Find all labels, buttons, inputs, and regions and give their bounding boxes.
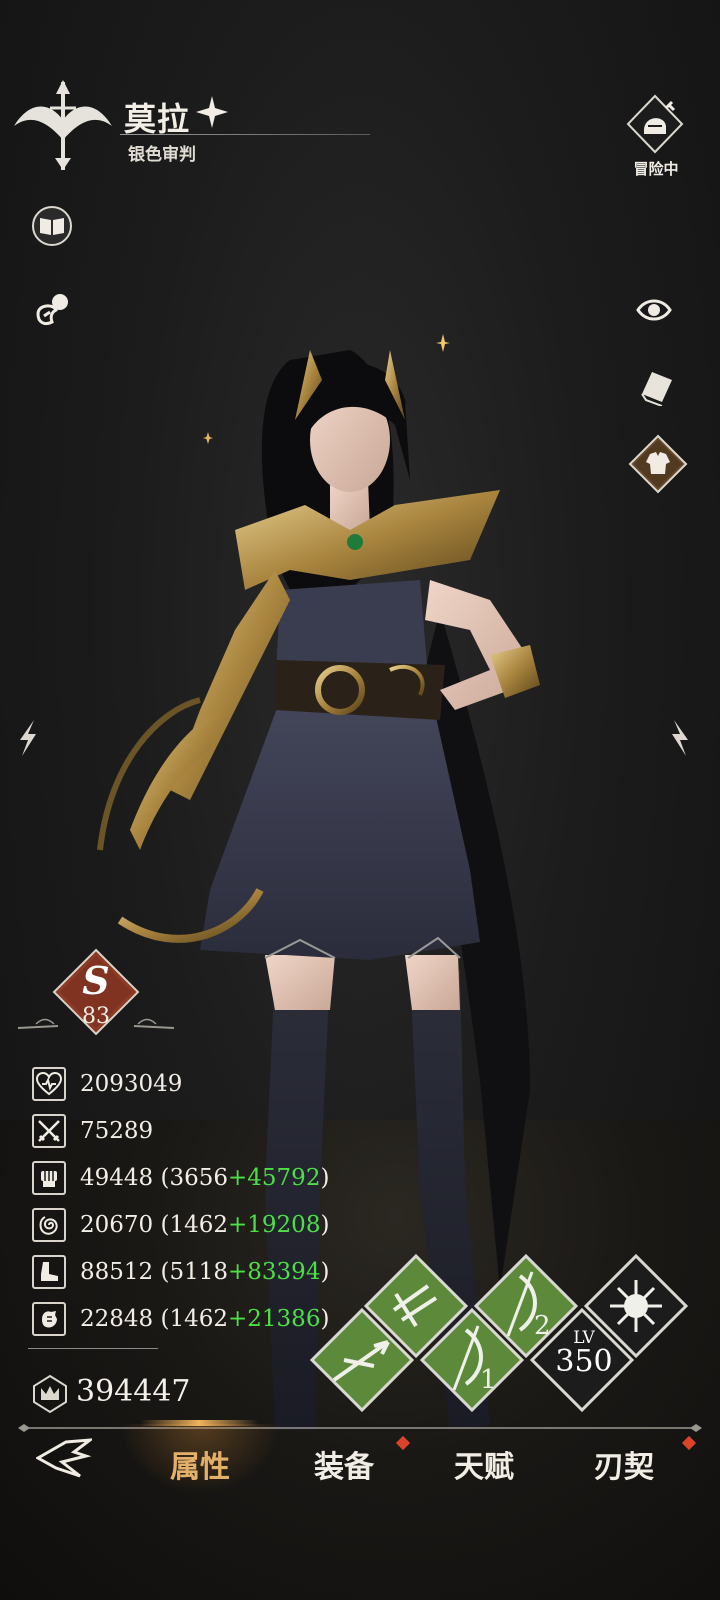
character-title: 银色审判 [128, 145, 196, 165]
rank-letter: S [82, 958, 110, 1003]
tab-talent[interactable]: 天赋 [424, 1442, 544, 1486]
boot-icon [32, 1255, 66, 1289]
stat-base: 3656 [169, 1165, 229, 1191]
stat-base: 5118 [169, 1259, 229, 1285]
stat-value: 49448 [80, 1165, 154, 1191]
stat-text: 20670 (1462+19208) [80, 1212, 330, 1238]
stat-value: 22848 [80, 1306, 154, 1332]
stat-base: 1462 [169, 1306, 229, 1332]
fist-icon [32, 1161, 66, 1195]
stat-row-agility[interactable]: 88512 (5118+83394) [32, 1252, 352, 1292]
stat-text: 75289 [80, 1118, 153, 1144]
stat-value: 75289 [80, 1118, 154, 1144]
stat-row-attack[interactable]: 75289 [32, 1111, 352, 1151]
stat-value: 2093049 [80, 1071, 183, 1097]
stat-row-hp[interactable]: 2093049 [32, 1064, 352, 1104]
rank-number: 83 [82, 1004, 110, 1029]
eye-icon[interactable] [636, 296, 672, 324]
hand-icon [32, 1302, 66, 1336]
skill-panel: 2 1 [310, 1253, 689, 1413]
level-value: 350 [555, 1344, 613, 1379]
stat-value: 20670 [80, 1212, 154, 1238]
active-tab-glow [140, 1420, 258, 1426]
next-character-arrow[interactable] [666, 716, 694, 760]
stat-bonus: +19208 [228, 1212, 321, 1238]
skill-slot-2-number: 2 [534, 1311, 551, 1341]
tab-pact[interactable]: 刃契 [564, 1442, 684, 1486]
combat-power-value: 394447 [76, 1374, 191, 1409]
character-screen: 莫拉 银色审判 冒险中 S 83 2093049 75289 49448 (36… [0, 0, 720, 1600]
stat-bonus: +83394 [228, 1259, 321, 1285]
stat-bonus: +21386 [228, 1306, 321, 1332]
stat-text: 22848 (1462+21386) [80, 1306, 330, 1332]
stat-value: 88512 [80, 1259, 154, 1285]
spiral-icon [32, 1208, 66, 1242]
book-icon[interactable] [30, 204, 74, 248]
previous-character-arrow[interactable] [14, 716, 42, 760]
crown-power-icon [33, 1374, 67, 1414]
knight-helmet-icon[interactable] [626, 94, 684, 154]
stats-divider [28, 1348, 158, 1349]
stat-text: 88512 (5118+83394) [80, 1259, 330, 1285]
stat-row-strength[interactable]: 49448 (3656+45792) [32, 1158, 352, 1198]
star-icon [196, 96, 228, 128]
skill-slot-1-number: 1 [480, 1365, 497, 1395]
crossed-swords-icon [32, 1114, 66, 1148]
sparkle-icon [436, 334, 450, 352]
stat-bonus: +45792 [228, 1165, 321, 1191]
stat-text: 2093049 [80, 1071, 182, 1097]
card-icon[interactable] [638, 370, 674, 406]
heart-icon [32, 1067, 66, 1101]
stat-row-intellect[interactable]: 20670 (1462+19208) [32, 1205, 352, 1245]
stat-base: 1462 [169, 1212, 229, 1238]
outfit-icon[interactable] [628, 434, 688, 494]
back-icon[interactable] [36, 1438, 92, 1478]
adventure-status-label: 冒险中 [633, 160, 679, 178]
tab-equipment[interactable]: 装备 [284, 1442, 404, 1486]
bow-crest-icon [14, 80, 112, 170]
name-divider [120, 134, 370, 135]
tab-attributes[interactable]: 属性 [140, 1442, 260, 1486]
stat-row-spirit[interactable]: 22848 (1462+21386) [32, 1299, 352, 1339]
sparkle-icon [203, 432, 213, 444]
pet-icon[interactable] [30, 290, 74, 334]
stat-text: 49448 (3656+45792) [80, 1165, 330, 1191]
